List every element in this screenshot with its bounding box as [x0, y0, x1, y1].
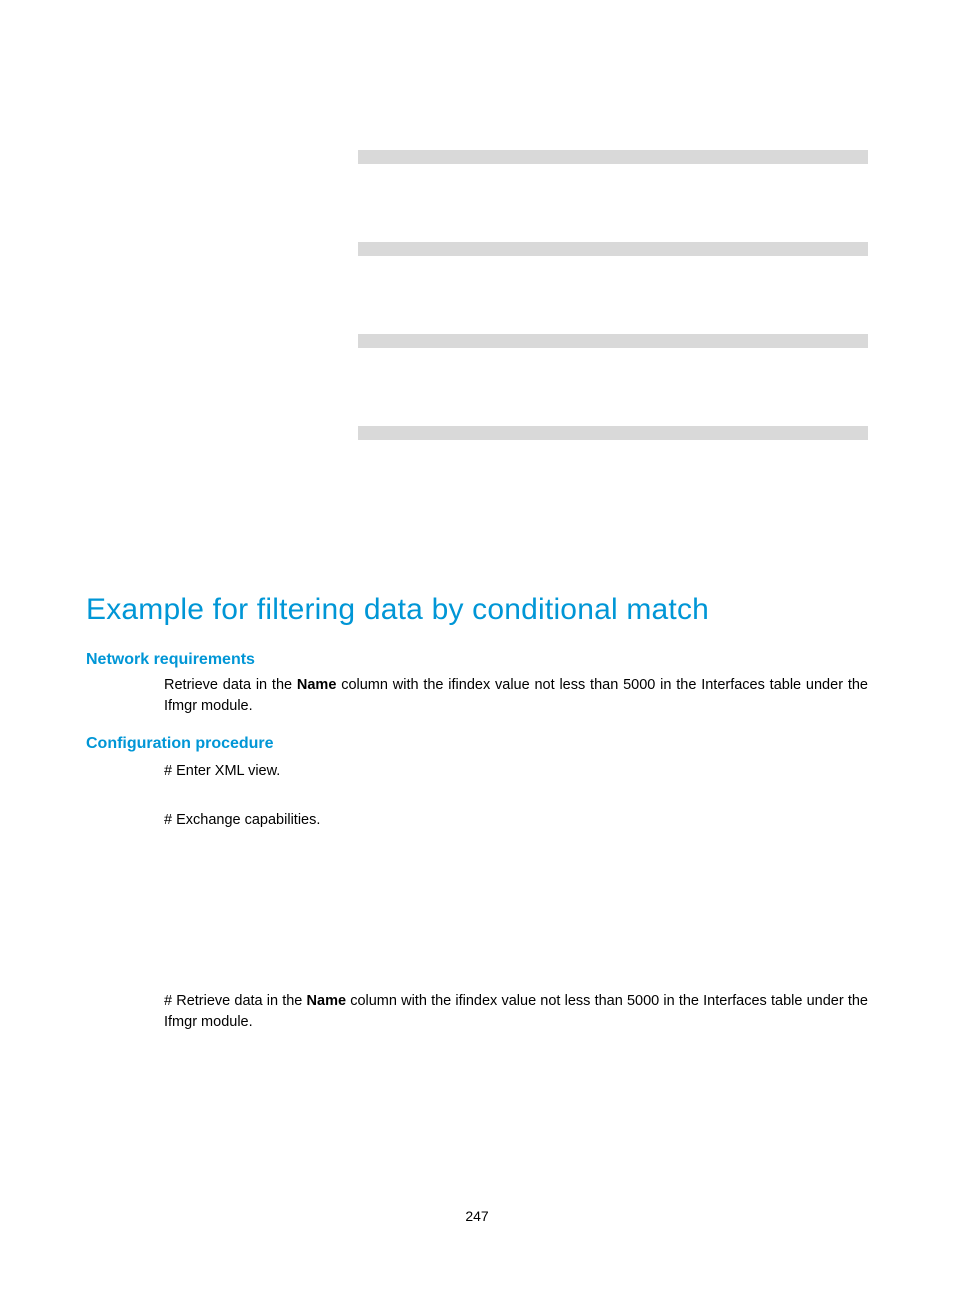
- subsection-heading-network-requirements: Network requirements: [86, 651, 868, 669]
- section-heading: Example for filtering data by conditiona…: [86, 590, 868, 629]
- gray-bar: [358, 150, 868, 164]
- document-page: Example for filtering data by conditiona…: [0, 0, 954, 1296]
- gray-bar: [358, 426, 868, 440]
- step-enter-xml-view: # Enter XML view.: [164, 761, 868, 782]
- gray-bar: [358, 242, 868, 256]
- text-fragment: Retrieve data in the: [164, 677, 297, 693]
- gray-bar: [358, 334, 868, 348]
- text-fragment: # Retrieve data in the: [164, 993, 307, 1009]
- subsection-heading-configuration-procedure: Configuration procedure: [86, 735, 868, 753]
- step-exchange-capabilities: # Exchange capabilities.: [164, 810, 868, 831]
- decorative-bars: [358, 150, 868, 440]
- network-requirements-text: Retrieve data in the Name column with th…: [164, 675, 868, 717]
- step-retrieve-data: # Retrieve data in the Name column with …: [164, 991, 868, 1033]
- bold-name: Name: [297, 677, 337, 693]
- bold-name: Name: [307, 993, 347, 1009]
- page-number: 247: [0, 1208, 954, 1224]
